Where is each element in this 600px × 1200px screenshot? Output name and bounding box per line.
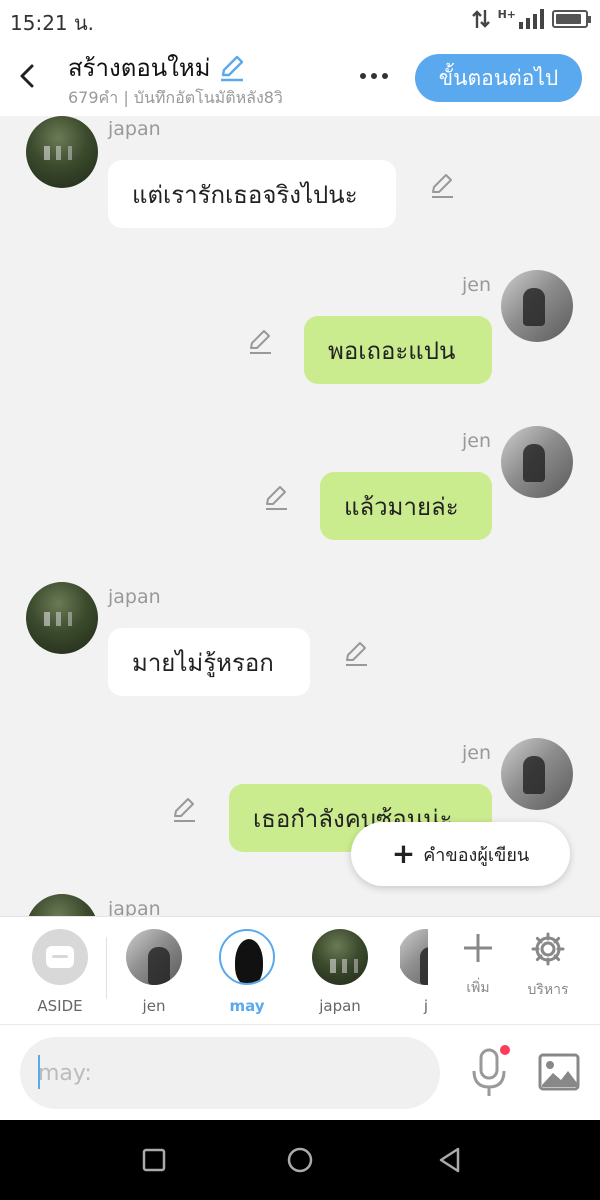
- edit-message-icon[interactable]: [170, 796, 198, 824]
- author-note-button[interactable]: + คำของผู้เขียน: [351, 822, 570, 886]
- page-title: สร้างตอนใหม่: [68, 54, 211, 82]
- character-bar: ASIDE jen may japan j เพิ่ม บริหาร: [0, 916, 600, 1024]
- chat-area[interactable]: japan แต่เรารักเธอจริงไปนะ jen พอเถอะแปน…: [0, 116, 600, 916]
- image-icon[interactable]: [538, 1053, 580, 1091]
- character-label: ASIDE: [37, 997, 83, 1015]
- message-bubble[interactable]: แล้วมายล่ะ: [320, 472, 492, 540]
- avatar-japan: [312, 929, 368, 985]
- sender-name: jen: [462, 742, 492, 764]
- message-bubble[interactable]: พอเถอะแปน: [304, 316, 492, 384]
- next-step-button[interactable]: ขั้นตอนต่อไป: [415, 54, 582, 102]
- input-bar: [0, 1024, 600, 1120]
- edit-title-icon[interactable]: [217, 53, 247, 83]
- edit-message-icon[interactable]: [262, 484, 290, 512]
- avatar-japan[interactable]: [26, 116, 98, 188]
- add-label: เพิ่ม: [466, 980, 490, 996]
- avatar-jen: [126, 929, 182, 985]
- sender-name: japan: [108, 586, 161, 608]
- manage-label: บริหาร: [527, 982, 569, 998]
- plus-icon: +: [391, 837, 416, 870]
- back-nav-icon[interactable]: [436, 1146, 464, 1174]
- aside-icon: [32, 929, 88, 985]
- home-icon[interactable]: [286, 1146, 314, 1174]
- divider: [106, 937, 107, 999]
- character-aside[interactable]: ASIDE: [20, 929, 100, 1015]
- message-bubble[interactable]: มายไม่รู้หรอก: [108, 628, 310, 696]
- plus-icon: [464, 934, 492, 962]
- record-indicator-dot: [500, 1045, 510, 1055]
- text-caret: [38, 1055, 40, 1089]
- character-label-active: may: [229, 997, 265, 1015]
- sender-name: jen: [462, 274, 492, 296]
- character-japan[interactable]: japan: [300, 929, 380, 1015]
- message-bubble[interactable]: แต่เรารักเธอจริงไปนะ: [108, 160, 396, 228]
- more-options-icon[interactable]: [352, 62, 396, 90]
- editor-header: สร้างตอนใหม่ 679คำ | บันทึกอัตโนมัติหลัง…: [0, 42, 600, 116]
- edit-message-icon[interactable]: [342, 640, 370, 668]
- sender-name: jen: [462, 430, 492, 452]
- edit-message-icon[interactable]: [246, 328, 274, 356]
- manage-button[interactable]: บริหาร: [518, 931, 578, 1001]
- avatar-partial: [400, 929, 428, 985]
- character-partial[interactable]: j: [400, 929, 428, 1015]
- character-jen[interactable]: jen: [114, 929, 194, 1015]
- signal-icon: [519, 9, 544, 29]
- status-time: 15:21 น.: [10, 11, 95, 35]
- character-label: japan: [319, 997, 361, 1015]
- avatar-may: [219, 929, 275, 985]
- title-row: สร้างตอนใหม่: [68, 48, 247, 87]
- avatar-japan[interactable]: [26, 894, 98, 916]
- word-count-autosave: 679คำ | บันทึกอัตโนมัติหลัง8วิ: [68, 88, 283, 107]
- author-note-label: คำของผู้เขียน: [423, 844, 530, 866]
- sender-name: japan: [108, 118, 161, 140]
- status-icons: H+: [471, 7, 591, 30]
- avatar-jen[interactable]: [501, 738, 573, 810]
- status-bar: 15:21 น. H+: [0, 0, 600, 42]
- message-input[interactable]: [20, 1037, 440, 1109]
- avatar-jen[interactable]: [501, 270, 573, 342]
- add-character-button[interactable]: เพิ่ม: [448, 931, 508, 999]
- data-transfer-icon: [471, 10, 490, 28]
- back-icon[interactable]: [12, 58, 42, 94]
- edit-message-icon[interactable]: [428, 172, 456, 200]
- avatar-japan[interactable]: [26, 582, 98, 654]
- character-scroll-clip: j: [400, 917, 428, 1025]
- avatar-jen[interactable]: [501, 426, 573, 498]
- character-label: jen: [142, 997, 166, 1015]
- battery-icon: [552, 10, 591, 28]
- gear-icon: [531, 932, 565, 966]
- recent-apps-icon[interactable]: [140, 1146, 168, 1174]
- system-nav-bar: [0, 1120, 600, 1200]
- sender-name: japan: [108, 898, 161, 916]
- network-type-label: H+: [497, 7, 516, 21]
- character-label: j: [423, 997, 428, 1015]
- character-may[interactable]: may: [207, 929, 287, 1015]
